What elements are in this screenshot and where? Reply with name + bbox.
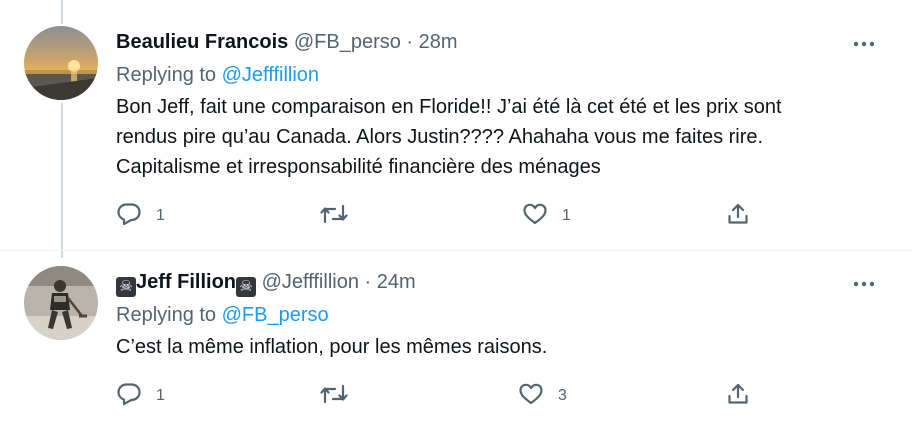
tweet-header: Beaulieu Francois @FB_perso · 28m <box>116 28 872 56</box>
retweet-button[interactable] <box>320 202 362 230</box>
display-name[interactable]: Beaulieu Francois <box>116 31 288 53</box>
share-button[interactable] <box>726 202 750 230</box>
reply-bubble-icon <box>116 202 142 231</box>
reply-bubble-icon <box>116 382 142 411</box>
tweet-text-line: Capitalisme et irresponsabilité financiè… <box>116 156 601 178</box>
avatar[interactable] <box>24 26 98 100</box>
separator-dot: · <box>364 271 372 293</box>
avatar[interactable] <box>24 266 98 340</box>
like-button[interactable]: 3 <box>518 382 567 410</box>
sunset-avatar-image <box>24 26 98 100</box>
like-count: 1 <box>562 207 571 224</box>
tweet-text: C’est la même inflation, pour les mêmes … <box>116 332 876 362</box>
tweet-text-line: C’est la même inflation, pour les mêmes … <box>116 336 548 358</box>
display-name[interactable]: ☠ Jeff Fillion ☠ <box>116 271 256 297</box>
tweet-header: ☠ Jeff Fillion ☠ @Jefffillion · 24m <box>116 268 872 297</box>
more-horizontal-icon[interactable] <box>852 32 876 56</box>
skull-crossbones-icon: ☠ <box>236 277 256 297</box>
replying-to-label: Replying to <box>116 304 217 326</box>
separator-dot: · <box>406 31 414 53</box>
retweet-icon <box>320 202 348 231</box>
user-handle[interactable]: @FB_perso <box>294 31 401 53</box>
skull-crossbones-icon: ☠ <box>116 277 136 297</box>
like-button[interactable]: 1 <box>522 202 571 230</box>
more-horizontal-icon[interactable] <box>852 272 876 296</box>
reply-count: 1 <box>156 387 165 404</box>
tweet-actions: 1 1 <box>116 202 756 230</box>
replying-to-line: Replying to @Jefffillion <box>116 60 872 90</box>
share-icon <box>726 202 750 231</box>
display-name-text: Jeff Fillion <box>136 271 236 293</box>
replying-to-line: Replying to @FB_perso <box>116 300 872 330</box>
replying-to-label: Replying to <box>116 64 217 86</box>
tweet-text-line: rendus pire qu’au Canada. Alors Justin??… <box>116 126 764 148</box>
reply-button[interactable]: 1 <box>116 382 165 410</box>
share-button[interactable] <box>726 382 750 410</box>
retweet-button[interactable] <box>320 382 362 410</box>
tweet-text: Bon Jeff, fait une comparaison en Florid… <box>116 92 876 182</box>
user-handle[interactable]: @Jefffillion <box>262 271 359 293</box>
heart-icon <box>518 382 544 411</box>
share-icon <box>726 382 750 411</box>
like-count: 3 <box>558 387 567 404</box>
reply-count: 1 <box>156 207 165 224</box>
replying-to-link[interactable]: @Jefffillion <box>222 64 319 86</box>
tweet[interactable]: Beaulieu Francois @FB_perso · 28m Replyi… <box>0 0 912 250</box>
timestamp[interactable]: 24m <box>377 271 416 293</box>
timestamp[interactable]: 28m <box>419 31 458 53</box>
reply-button[interactable]: 1 <box>116 202 165 230</box>
tweet[interactable]: ☠ Jeff Fillion ☠ @Jefffillion · 24m Replyi… <box>0 250 912 426</box>
tweet-text-line: Bon Jeff, fait une comparaison en Florid… <box>116 96 782 118</box>
tweet-actions: 1 3 <box>116 382 756 410</box>
retweet-icon <box>320 382 348 411</box>
hockey-player-avatar-image <box>24 266 98 340</box>
replying-to-link[interactable]: @FB_perso <box>222 304 329 326</box>
heart-icon <box>522 202 548 231</box>
